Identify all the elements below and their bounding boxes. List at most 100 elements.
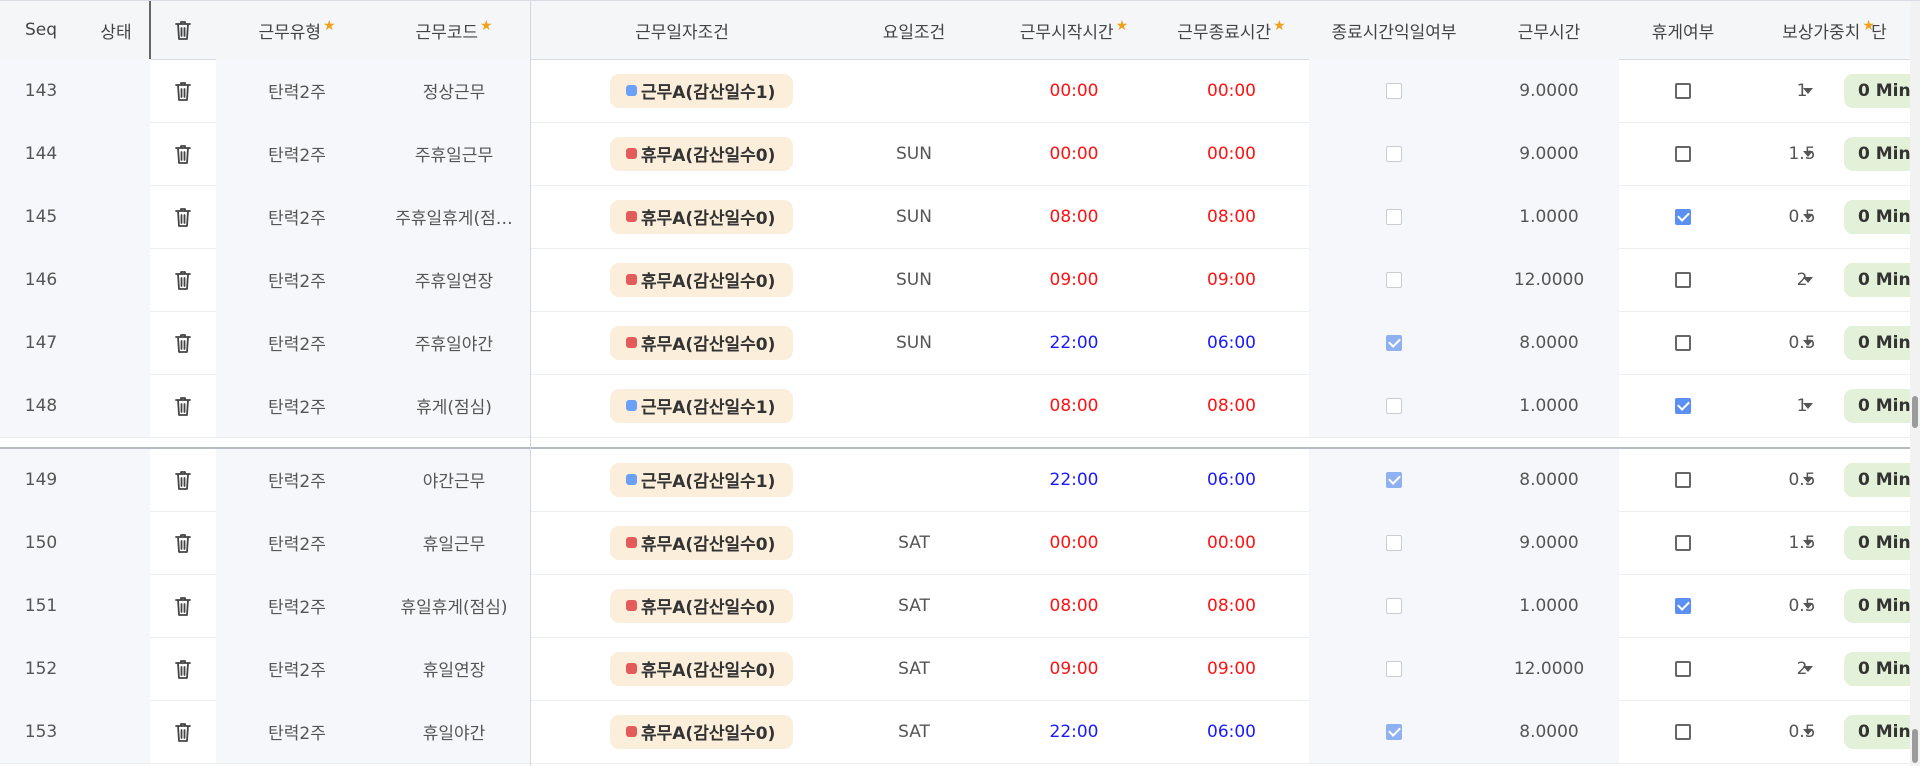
day-condition-cell[interactable]: SUN [834,311,994,374]
rest-checkbox[interactable] [1675,597,1691,614]
rest-checkbox[interactable] [1675,334,1691,351]
header-rest[interactable]: 휴게여부 [1619,1,1747,59]
delete-cell[interactable] [150,122,216,185]
work-type-cell[interactable]: 탄력2주 [216,122,378,185]
work-type-cell[interactable]: 탄력2주 [216,700,378,763]
caret-down-icon[interactable] [1803,603,1813,609]
rest-flag-cell[interactable] [1619,574,1747,637]
work-code-cell[interactable]: 휴일야간 [378,700,530,763]
rest-checkbox[interactable] [1675,145,1691,162]
date-condition-cell[interactable]: 휴무A(감산일수0) [530,511,834,574]
date-condition-cell[interactable]: 휴무A(감산일수0) [530,637,834,700]
end-time-cell[interactable]: 00:00 [1154,122,1309,185]
rest-checkbox[interactable] [1675,208,1691,225]
date-condition-pill[interactable]: 근무A(감산일수1) [610,388,794,423]
delete-cell[interactable] [150,311,216,374]
header-date[interactable]: 근무일자조건 [530,1,834,59]
trash-icon[interactable] [173,80,193,102]
start-time-cell[interactable]: 00:00 [994,511,1154,574]
work-type-cell[interactable]: 탄력2주 [216,248,378,311]
end-time-cell[interactable]: 08:00 [1154,185,1309,248]
scrollbar-thumb-upper[interactable] [1912,396,1918,428]
table-row[interactable]: 145 탄력2주 주휴일휴게(점… 휴무A(감산일수0) SUN 08:00 08:00 1.… [0,185,1918,249]
header-code[interactable]: 근무코드 ★ [378,1,530,59]
date-condition-cell[interactable]: 휴무A(감산일수0) [530,574,834,637]
end-time-cell[interactable]: 09:00 [1154,637,1309,700]
trash-icon[interactable] [173,658,193,680]
work-type-cell[interactable]: 탄력2주 [216,637,378,700]
day-condition-cell[interactable]: SAT [834,574,994,637]
delete-cell[interactable] [150,374,216,437]
date-condition-cell[interactable]: 휴무A(감산일수0) [530,700,834,763]
work-type-cell[interactable]: 탄력2주 [216,311,378,374]
day-condition-cell[interactable]: SUN [834,185,994,248]
day-condition-cell[interactable]: SAT [834,511,994,574]
day-condition-cell[interactable] [834,59,994,122]
work-code-cell[interactable]: 주휴일야간 [378,311,530,374]
caret-down-icon[interactable] [1803,729,1813,735]
caret-down-icon[interactable] [1803,151,1813,157]
table-row[interactable]: 149 탄력2주 야간근무 근무A(감산일수1) 22:00 06:00 8.0000 0.5… [0,448,1918,512]
work-type-cell[interactable]: 탄력2주 [216,59,378,122]
rest-checkbox[interactable] [1675,271,1691,288]
work-code-cell[interactable]: 휴일근무 [378,511,530,574]
rest-flag-cell[interactable] [1619,637,1747,700]
header-status[interactable]: 상태 [82,1,150,59]
delete-cell[interactable] [150,448,216,511]
work-code-cell[interactable]: 주휴일연장 [378,248,530,311]
delete-cell[interactable] [150,637,216,700]
date-condition-cell[interactable]: 근무A(감산일수1) [530,374,834,437]
trash-icon[interactable] [173,395,193,417]
trash-icon[interactable] [173,269,193,291]
trash-icon[interactable] [173,469,193,491]
date-condition-cell[interactable]: 휴무A(감산일수0) [530,311,834,374]
start-time-cell[interactable]: 22:00 [994,311,1154,374]
rest-checkbox[interactable] [1675,534,1691,551]
start-time-cell[interactable]: 08:00 [994,574,1154,637]
date-condition-pill[interactable]: 휴무A(감산일수0) [610,651,794,686]
start-time-cell[interactable]: 22:00 [994,700,1154,763]
end-time-cell[interactable]: 00:00 [1154,511,1309,574]
day-condition-cell[interactable]: SUN [834,248,994,311]
date-condition-cell[interactable]: 휴무A(감산일수0) [530,122,834,185]
start-time-cell[interactable]: 22:00 [994,448,1154,511]
work-type-cell[interactable]: 탄력2주 [216,185,378,248]
header-start[interactable]: 근무시작시간 ★ [994,1,1154,59]
end-time-cell[interactable]: 06:00 [1154,311,1309,374]
trash-icon[interactable] [173,332,193,354]
date-condition-cell[interactable]: 근무A(감산일수1) [530,59,834,122]
rest-flag-cell[interactable] [1619,374,1747,437]
table-row[interactable]: 146 탄력2주 주휴일연장 휴무A(감산일수0) SUN 09:00 09:00 12.00… [0,248,1918,312]
work-code-cell[interactable]: 휴게(점심) [378,374,530,437]
header-type[interactable]: 근무유형 ★ [216,1,378,59]
end-time-cell[interactable]: 00:00 [1154,59,1309,122]
delete-cell[interactable] [150,574,216,637]
header-seq[interactable]: Seq [0,1,82,59]
header-hours[interactable]: 근무시간 [1479,1,1619,59]
caret-down-icon[interactable] [1803,340,1813,346]
header-trash-icon[interactable] [173,19,193,41]
date-condition-cell[interactable]: 휴무A(감산일수0) [530,185,834,248]
rest-checkbox[interactable] [1675,660,1691,677]
rest-flag-cell[interactable] [1619,185,1747,248]
trash-icon[interactable] [173,206,193,228]
table-row[interactable]: 150 탄력2주 휴일근무 휴무A(감산일수0) SAT 00:00 00:00 9.0000… [0,511,1918,575]
header-end[interactable]: 근무종료시간 ★ [1154,1,1309,59]
end-time-cell[interactable]: 08:00 [1154,574,1309,637]
rest-checkbox[interactable] [1675,397,1691,414]
rest-flag-cell[interactable] [1619,311,1747,374]
header-nextday[interactable]: 종료시간익일여부 [1309,1,1479,59]
trash-icon[interactable] [173,532,193,554]
date-condition-pill[interactable]: 휴무A(감산일수0) [610,525,794,560]
work-code-cell[interactable]: 휴일연장 [378,637,530,700]
date-condition-pill[interactable]: 휴무A(감산일수0) [610,136,794,171]
start-time-cell[interactable]: 08:00 [994,185,1154,248]
end-time-cell[interactable]: 09:00 [1154,248,1309,311]
caret-down-icon[interactable] [1803,214,1813,220]
trash-icon[interactable] [173,721,193,743]
date-condition-pill[interactable]: 근무A(감산일수1) [610,73,794,108]
table-row[interactable]: 148 탄력2주 휴게(점심) 근무A(감산일수1) 08:00 08:00 1.0000 1… [0,374,1918,438]
rest-flag-cell[interactable] [1619,448,1747,511]
trash-icon[interactable] [173,595,193,617]
scrollbar-thumb-lower[interactable] [1912,729,1918,763]
